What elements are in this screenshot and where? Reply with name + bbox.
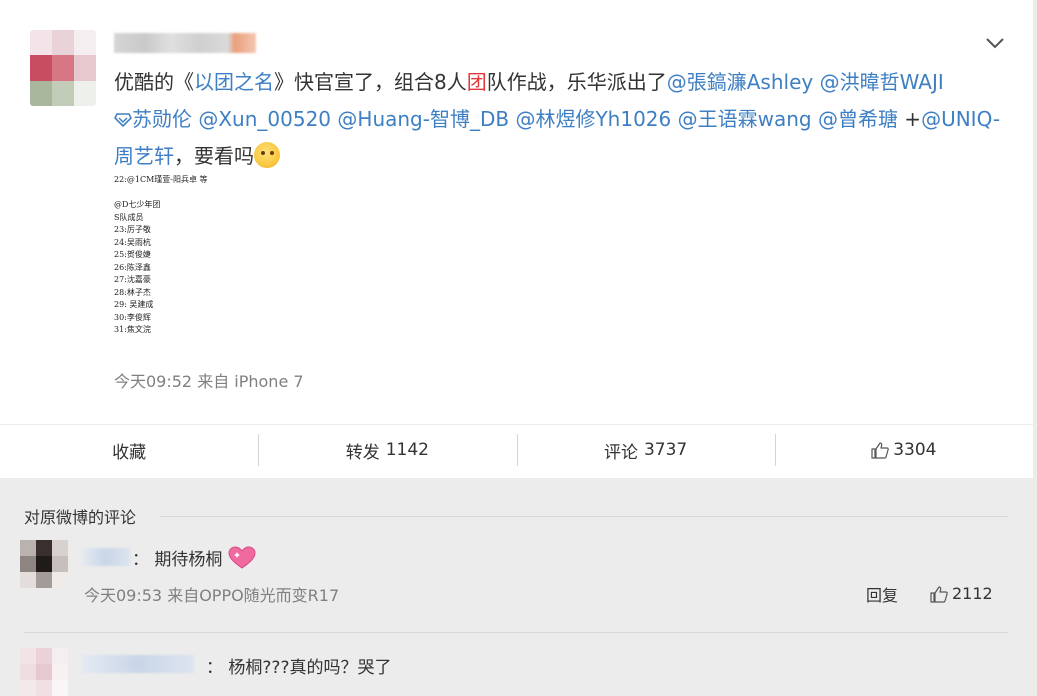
like-count: 3304 (893, 440, 937, 460)
comment-text-content: ： 期待杨桐 (132, 550, 223, 570)
image-text-line: 29: 吴建成 (114, 300, 154, 309)
image-text-line: 27:沈嘉豪 (114, 275, 151, 284)
image-text-line: 25:贺俊婕 (114, 250, 151, 259)
image-text-line: 22:@1CM瑾萱-阳兵卓 等 (114, 175, 208, 184)
image-text-line: 23:厉子敬 (114, 225, 151, 234)
post-action-bar: 收藏 转发 1142 评论 3737 3304 (0, 424, 1033, 475)
image-text-line: @D七少年团 (114, 200, 161, 209)
image-text-line (114, 187, 274, 200)
plus-sign: + (897, 107, 922, 131)
like-button[interactable]: 3304 (774, 425, 1033, 475)
comment-button[interactable]: 评论 3737 (516, 425, 775, 475)
comment-count: 3737 (643, 440, 688, 460)
post-attached-image[interactable]: 22:@1CM瑾萱-阳兵卓 等 @D七少年团 S队成员 23:厉子敬 24:吴雨… (114, 174, 274, 344)
image-text-line: 24:吴雨杭 (114, 237, 151, 247)
thumbs-up-icon (871, 442, 890, 459)
image-text-line: 30:李俊辉 (114, 312, 151, 322)
post-text-mid1: 》快官宣了，组合8人 (274, 70, 467, 94)
repost-button[interactable]: 转发 1142 (258, 425, 516, 475)
sparkling-heart-emoji (228, 546, 256, 569)
comment-like-button[interactable]: 2112 (930, 584, 993, 603)
reply-button[interactable]: 回复 (866, 582, 898, 606)
post-content: 优酷的《以团之名》快官宣了，组合8人团队作战，乐华派出了@張鎬濂Ashley @… (114, 64, 1014, 175)
post-timestamp[interactable]: 今天09:52 来自 iPhone 7 (114, 368, 304, 392)
topic-link[interactable]: 以团之名 (194, 70, 274, 94)
post-text-prefix: 优酷的《 (114, 70, 194, 94)
chevron-down-icon[interactable] (985, 34, 1005, 52)
mention-link[interactable]: @Huang-智博_DB (337, 107, 509, 131)
comment-avatar[interactable] (20, 540, 68, 588)
comment-text: ： 杨桐???真的吗？哭了 (206, 658, 392, 678)
image-text-line: 28:林子杰 (114, 287, 151, 297)
mention-link[interactable]: @張鎬濂Ashley (667, 70, 813, 94)
image-text-line: 26:陈泽鑫 (114, 262, 151, 272)
mention-link[interactable]: 周艺轩 (114, 144, 174, 168)
mention-link[interactable]: 苏勋伦 (132, 107, 192, 131)
author-avatar[interactable] (30, 30, 96, 106)
commenter-name-blurred[interactable] (82, 548, 130, 566)
favorite-label: 收藏 (112, 442, 147, 463)
commenter-name-blurred[interactable] (82, 655, 194, 673)
mention-link[interactable]: @林煜修Yh1026 (515, 107, 671, 131)
comment-timestamp[interactable]: 今天09:53 来自OPPO随光而变R17 (84, 582, 339, 606)
mention-link[interactable]: @UNIQ- (921, 107, 1000, 131)
comment-avatar[interactable] (20, 648, 68, 696)
weibo-post-card: 优酷的《以团之名》快官宣了，组合8人团队作战，乐华派出了@張鎬濂Ashley @… (0, 0, 1033, 478)
comments-section-title: 对原微博的评论 (24, 508, 137, 527)
repost-label: 转发 (345, 442, 380, 463)
mention-link[interactable]: @曾希瑭 (818, 107, 898, 131)
mention-link[interactable]: @王语霖wang (678, 107, 812, 131)
thumbs-up-icon (930, 585, 948, 603)
comment-like-count: 2112 (952, 584, 993, 603)
post-text-suffix: ，要看吗 (174, 144, 254, 168)
mention-link[interactable]: @Xun_00520 (198, 107, 331, 131)
favorite-button[interactable]: 收藏 (0, 425, 258, 475)
comment-divider (24, 632, 1008, 633)
comment-text: ： 期待杨桐 (132, 545, 256, 570)
post-text-mid2: 队作战，乐华派出了 (486, 70, 667, 94)
comments-title-divider (160, 516, 1008, 517)
image-text-line: S队成员 (114, 212, 144, 222)
author-name-blurred[interactable] (114, 33, 256, 53)
vip-diamond-icon (114, 113, 132, 127)
image-text-line: 31:焦文浣 (114, 325, 151, 334)
mention-link[interactable]: @洪暐哲WAJI (820, 70, 944, 94)
repost-count: 1142 (385, 440, 429, 460)
smiling-face-emoji (254, 142, 280, 168)
comment-label: 评论 (603, 442, 638, 463)
post-text-highlight: 团 (466, 70, 487, 94)
